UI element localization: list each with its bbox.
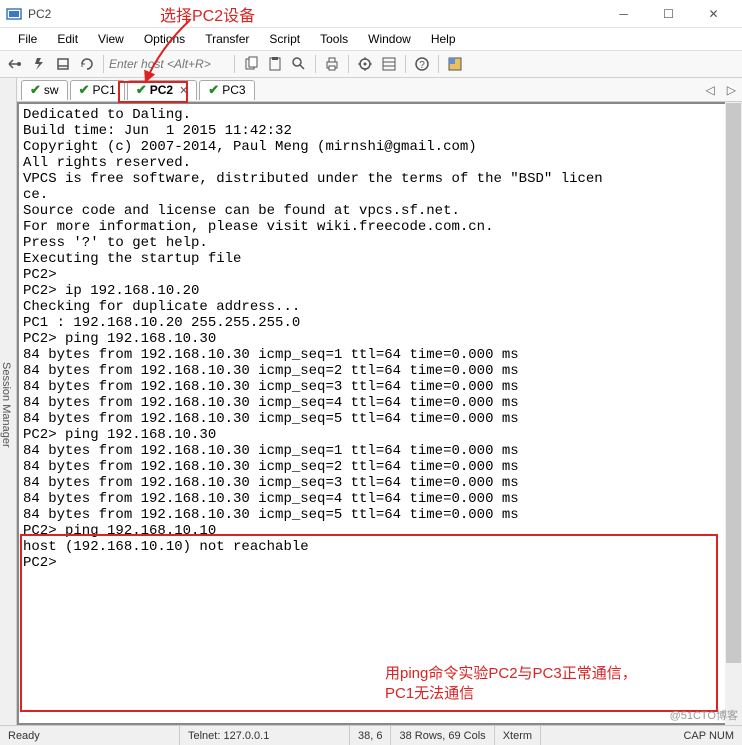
quick-connect-icon[interactable] xyxy=(28,53,50,75)
tab-pc3[interactable]: ✔PC3 xyxy=(199,80,254,100)
close-button[interactable]: ✕ xyxy=(691,0,736,28)
menu-help[interactable]: Help xyxy=(423,30,464,48)
terminal-line: 84 bytes from 192.168.10.30 icmp_seq=1 t… xyxy=(23,347,732,363)
scrollbar-thumb[interactable] xyxy=(726,103,741,663)
status-size: 38 Rows, 69 Cols xyxy=(391,726,494,745)
terminal-line: PC2> xyxy=(23,267,732,283)
terminal-line: 84 bytes from 192.168.10.30 icmp_seq=2 t… xyxy=(23,459,732,475)
terminal-line: For more information, please visit wiki.… xyxy=(23,219,732,235)
status-emulation: Xterm xyxy=(495,726,541,745)
status-ready: Ready xyxy=(0,726,180,745)
title-bar: PC2 ─ ☐ ✕ xyxy=(0,0,742,28)
terminal-line: Checking for duplicate address... xyxy=(23,299,732,315)
minimize-button[interactable]: ─ xyxy=(601,0,646,28)
svg-text:?: ? xyxy=(419,60,425,71)
menu-tools[interactable]: Tools xyxy=(312,30,356,48)
properties-icon[interactable] xyxy=(354,53,376,75)
terminal-line: VPCS is free software, distributed under… xyxy=(23,171,732,187)
terminal-line: 84 bytes from 192.168.10.30 icmp_seq=5 t… xyxy=(23,411,732,427)
terminal-line: 84 bytes from 192.168.10.30 icmp_seq=3 t… xyxy=(23,475,732,491)
copy-icon[interactable] xyxy=(240,53,262,75)
maximize-button[interactable]: ☐ xyxy=(646,0,691,28)
terminal-line: Press '?' to get help. xyxy=(23,235,732,251)
menu-edit[interactable]: Edit xyxy=(49,30,86,48)
annotation-box-output xyxy=(20,534,718,712)
tab-sw[interactable]: ✔sw xyxy=(21,80,68,100)
terminal-line: 84 bytes from 192.168.10.30 icmp_seq=3 t… xyxy=(23,379,732,395)
menu-bar: File Edit View Options Transfer Script T… xyxy=(0,28,742,50)
check-icon: ✔ xyxy=(30,82,41,98)
reconnect-icon[interactable] xyxy=(52,53,74,75)
terminal-line: Dedicated to Daling. xyxy=(23,107,732,123)
help-icon[interactable]: ? xyxy=(411,53,433,75)
app-icon xyxy=(6,6,22,22)
check-icon: ✔ xyxy=(79,82,90,98)
session-manager-sidebar[interactable]: Session Manager xyxy=(0,78,17,725)
print-icon[interactable] xyxy=(321,53,343,75)
annotation-bottom2: PC1无法通信 xyxy=(385,682,474,703)
terminal-line: PC2> ping 192.168.10.30 xyxy=(23,331,732,347)
menu-script[interactable]: Script xyxy=(261,30,308,48)
status-telnet: Telnet: 127.0.0.1 xyxy=(180,726,350,745)
connect-icon[interactable] xyxy=(4,53,26,75)
terminal-line: PC2> ping 192.168.10.30 xyxy=(23,427,732,443)
menu-transfer[interactable]: Transfer xyxy=(197,30,257,48)
terminal-line: ce. xyxy=(23,187,732,203)
terminal-line: 84 bytes from 192.168.10.30 icmp_seq=2 t… xyxy=(23,363,732,379)
annotation-bottom1: 用ping命令实验PC2与PC3正常通信， xyxy=(385,662,637,683)
terminal-line: 84 bytes from 192.168.10.30 icmp_seq=4 t… xyxy=(23,491,732,507)
terminal-line: Executing the startup file xyxy=(23,251,732,267)
menu-file[interactable]: File xyxy=(10,30,45,48)
check-icon: ✔ xyxy=(208,82,219,98)
annotation-box-tab xyxy=(118,81,188,103)
arrow-icon xyxy=(140,18,200,88)
script-icon[interactable] xyxy=(444,53,466,75)
session-options-icon[interactable] xyxy=(378,53,400,75)
paste-icon[interactable] xyxy=(264,53,286,75)
menu-window[interactable]: Window xyxy=(360,30,419,48)
status-cursor: 38, 6 xyxy=(350,726,391,745)
terminal-line: 84 bytes from 192.168.10.30 icmp_seq=4 t… xyxy=(23,395,732,411)
terminal-line: 84 bytes from 192.168.10.30 icmp_seq=5 t… xyxy=(23,507,732,523)
toolbar: ? xyxy=(0,50,742,78)
terminal-line: Copyright (c) 2007-2014, Paul Meng (mirn… xyxy=(23,139,732,155)
tab-pc1[interactable]: ✔PC1 xyxy=(70,80,125,100)
terminal-scrollbar[interactable] xyxy=(725,102,742,725)
terminal-line: 84 bytes from 192.168.10.30 icmp_seq=1 t… xyxy=(23,443,732,459)
terminal-line: PC2> ip 192.168.10.20 xyxy=(23,283,732,299)
tab-scroll-left[interactable]: ◁ xyxy=(700,83,721,97)
terminal-line: All rights reserved. xyxy=(23,155,732,171)
window-title: PC2 xyxy=(28,7,601,21)
status-capnum: CAP NUM xyxy=(675,726,742,745)
terminal-line: Build time: Jun 1 2015 11:42:32 xyxy=(23,123,732,139)
disconnect-icon[interactable] xyxy=(76,53,98,75)
watermark: @51CTO博客 xyxy=(670,707,738,723)
menu-view[interactable]: View xyxy=(90,30,132,48)
status-bar: Ready Telnet: 127.0.0.1 38, 6 38 Rows, 6… xyxy=(0,725,742,745)
terminal-line: Source code and license can be found at … xyxy=(23,203,732,219)
terminal-line: PC1 : 192.168.10.20 255.255.255.0 xyxy=(23,315,732,331)
tab-scroll-right[interactable]: ▷ xyxy=(721,83,742,97)
find-icon[interactable] xyxy=(288,53,310,75)
